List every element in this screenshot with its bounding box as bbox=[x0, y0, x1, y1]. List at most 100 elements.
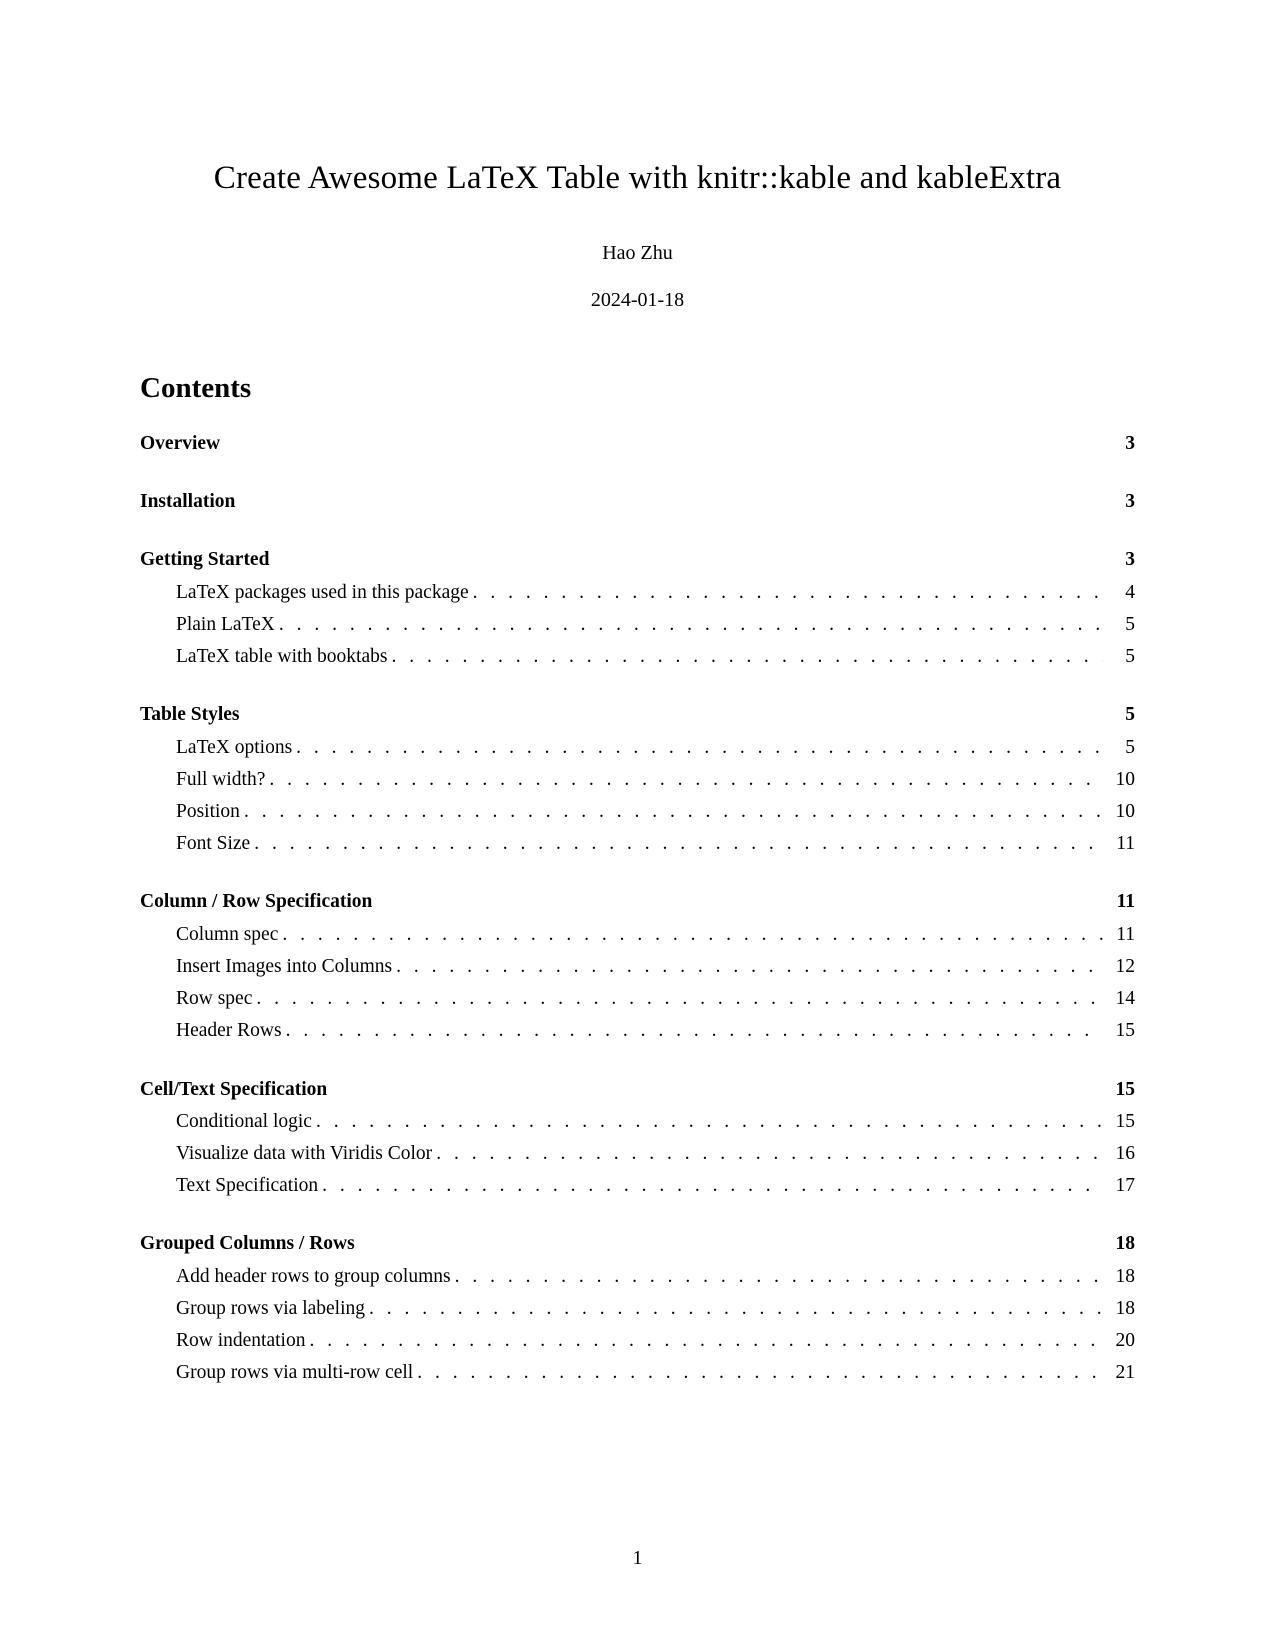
toc-sub-entry[interactable]: Insert Images into Columns . . . . . . .… bbox=[140, 952, 1135, 982]
toc-heading-entry[interactable]: Column / Row Specification . . . . . . .… bbox=[140, 887, 1135, 917]
toc-leader: . . . . . . . . . . . . . . . . . . . . … bbox=[269, 765, 1103, 795]
toc-section: Grouped Columns / Rows . . . . . . . . .… bbox=[140, 1229, 1135, 1388]
toc-leader: . . . . . . . . . . . . . . . . . . . . … bbox=[316, 1107, 1103, 1137]
page-number: 1 bbox=[0, 1547, 1275, 1570]
document-title: Create Awesome LaTeX Table with knitr::k… bbox=[140, 160, 1135, 197]
document-page: Create Awesome LaTeX Table with knitr::k… bbox=[0, 0, 1275, 1388]
toc-title: Font Size bbox=[176, 829, 250, 859]
toc-page: 15 bbox=[1107, 1107, 1135, 1137]
document-date: 2024-01-18 bbox=[140, 289, 1135, 312]
toc-sub-entry[interactable]: Text Specification . . . . . . . . . . .… bbox=[140, 1171, 1135, 1201]
toc-title: Add header rows to group columns bbox=[176, 1262, 451, 1292]
toc-title: Row indentation bbox=[176, 1326, 305, 1356]
toc-title: Conditional logic bbox=[176, 1107, 312, 1137]
toc-page: 5 bbox=[1107, 700, 1135, 730]
toc-page: 15 bbox=[1107, 1016, 1135, 1046]
toc-heading-entry[interactable]: Installation . . . . . . . . . . . . . .… bbox=[140, 487, 1135, 517]
toc-title: Insert Images into Columns bbox=[176, 952, 392, 982]
toc-sub-entry[interactable]: Full width? . . . . . . . . . . . . . . … bbox=[140, 765, 1135, 795]
toc-page: 15 bbox=[1107, 1075, 1135, 1105]
table-of-contents: Overview . . . . . . . . . . . . . . . .… bbox=[140, 429, 1135, 1388]
toc-leader: . . . . . . . . . . . . . . . . . . . . … bbox=[396, 952, 1103, 982]
toc-page: 5 bbox=[1107, 642, 1135, 672]
toc-heading-entry[interactable]: Table Styles . . . . . . . . . . . . . .… bbox=[140, 700, 1135, 730]
toc-leader: . . . . . . . . . . . . . . . . . . . . … bbox=[282, 920, 1103, 950]
toc-title: Cell/Text Specification bbox=[140, 1075, 327, 1105]
toc-page: 11 bbox=[1107, 829, 1135, 859]
toc-sub-entry[interactable]: Add header rows to group columns . . . .… bbox=[140, 1262, 1135, 1292]
toc-sub-entry[interactable]: Group rows via multi-row cell . . . . . … bbox=[140, 1358, 1135, 1388]
toc-section: Getting Started . . . . . . . . . . . . … bbox=[140, 545, 1135, 672]
toc-heading-entry[interactable]: Grouped Columns / Rows . . . . . . . . .… bbox=[140, 1229, 1135, 1259]
toc-leader: . . . . . . . . . . . . . . . . . . . . … bbox=[309, 1326, 1103, 1356]
document-author: Hao Zhu bbox=[140, 242, 1135, 265]
toc-page: 5 bbox=[1107, 610, 1135, 640]
toc-section: Table Styles . . . . . . . . . . . . . .… bbox=[140, 700, 1135, 859]
toc-leader: . . . . . . . . . . . . . . . . . . . . … bbox=[436, 1139, 1103, 1169]
toc-page: 21 bbox=[1107, 1358, 1135, 1388]
toc-title: LaTeX options bbox=[176, 733, 292, 763]
toc-page: 3 bbox=[1107, 545, 1135, 575]
toc-sub-entry[interactable]: Group rows via labeling . . . . . . . . … bbox=[140, 1294, 1135, 1324]
toc-title: Header Rows bbox=[176, 1016, 282, 1046]
toc-page: 16 bbox=[1107, 1139, 1135, 1169]
toc-leader: . . . . . . . . . . . . . . . . . . . . … bbox=[279, 610, 1103, 640]
toc-sub-entry[interactable]: Row indentation . . . . . . . . . . . . … bbox=[140, 1326, 1135, 1356]
toc-section: Overview . . . . . . . . . . . . . . . .… bbox=[140, 429, 1135, 459]
toc-leader: . . . . . . . . . . . . . . . . . . . . … bbox=[244, 797, 1103, 827]
toc-heading-entry[interactable]: Getting Started . . . . . . . . . . . . … bbox=[140, 545, 1135, 575]
toc-leader: . . . . . . . . . . . . . . . . . . . . … bbox=[369, 1294, 1103, 1324]
toc-sub-entry[interactable]: Header Rows . . . . . . . . . . . . . . … bbox=[140, 1016, 1135, 1046]
toc-sub-entry[interactable]: Plain LaTeX . . . . . . . . . . . . . . … bbox=[140, 610, 1135, 640]
toc-title: Overview bbox=[140, 429, 220, 459]
toc-page: 4 bbox=[1107, 578, 1135, 608]
toc-title: Getting Started bbox=[140, 545, 269, 575]
toc-page: 20 bbox=[1107, 1326, 1135, 1356]
toc-section: Cell/Text Specification . . . . . . . . … bbox=[140, 1075, 1135, 1202]
toc-heading-entry[interactable]: Cell/Text Specification . . . . . . . . … bbox=[140, 1075, 1135, 1105]
toc-section: Column / Row Specification . . . . . . .… bbox=[140, 887, 1135, 1046]
contents-heading: Contents bbox=[140, 372, 1135, 405]
toc-page: 17 bbox=[1107, 1171, 1135, 1201]
toc-page: 3 bbox=[1107, 429, 1135, 459]
toc-page: 10 bbox=[1107, 765, 1135, 795]
toc-sub-entry[interactable]: Conditional logic . . . . . . . . . . . … bbox=[140, 1107, 1135, 1137]
toc-leader: . . . . . . . . . . . . . . . . . . . . … bbox=[417, 1358, 1103, 1388]
toc-heading-entry[interactable]: Overview . . . . . . . . . . . . . . . .… bbox=[140, 429, 1135, 459]
toc-sub-entry[interactable]: Column spec . . . . . . . . . . . . . . … bbox=[140, 920, 1135, 950]
toc-page: 11 bbox=[1107, 887, 1135, 917]
toc-title: Column spec bbox=[176, 920, 278, 950]
toc-title: Full width? bbox=[176, 765, 265, 795]
toc-page: 10 bbox=[1107, 797, 1135, 827]
toc-leader: . . . . . . . . . . . . . . . . . . . . … bbox=[296, 733, 1103, 763]
toc-title: LaTeX packages used in this package bbox=[176, 578, 469, 608]
toc-leader: . . . . . . . . . . . . . . . . . . . . … bbox=[286, 1016, 1103, 1046]
toc-sub-entry[interactable]: LaTeX packages used in this package . . … bbox=[140, 578, 1135, 608]
toc-title: Text Specification bbox=[176, 1171, 318, 1201]
toc-title: Group rows via multi-row cell bbox=[176, 1358, 413, 1388]
toc-title: Grouped Columns / Rows bbox=[140, 1229, 355, 1259]
toc-title: Visualize data with Viridis Color bbox=[176, 1139, 432, 1169]
toc-page: 5 bbox=[1107, 733, 1135, 763]
toc-title: LaTeX table with booktabs bbox=[176, 642, 387, 672]
toc-sub-entry[interactable]: Row spec . . . . . . . . . . . . . . . .… bbox=[140, 984, 1135, 1014]
toc-title: Installation bbox=[140, 487, 235, 517]
toc-sub-entry[interactable]: Position . . . . . . . . . . . . . . . .… bbox=[140, 797, 1135, 827]
toc-page: 12 bbox=[1107, 952, 1135, 982]
toc-title: Plain LaTeX bbox=[176, 610, 275, 640]
toc-sub-entry[interactable]: LaTeX table with booktabs . . . . . . . … bbox=[140, 642, 1135, 672]
toc-leader: . . . . . . . . . . . . . . . . . . . . … bbox=[254, 829, 1103, 859]
toc-page: 18 bbox=[1107, 1294, 1135, 1324]
toc-title: Row spec bbox=[176, 984, 252, 1014]
toc-sub-entry[interactable]: Font Size . . . . . . . . . . . . . . . … bbox=[140, 829, 1135, 859]
toc-leader: . . . . . . . . . . . . . . . . . . . . … bbox=[391, 642, 1103, 672]
toc-page: 18 bbox=[1107, 1262, 1135, 1292]
toc-leader: . . . . . . . . . . . . . . . . . . . . … bbox=[473, 578, 1103, 608]
toc-page: 3 bbox=[1107, 487, 1135, 517]
toc-sub-entry[interactable]: LaTeX options . . . . . . . . . . . . . … bbox=[140, 733, 1135, 763]
toc-sub-entry[interactable]: Visualize data with Viridis Color . . . … bbox=[140, 1139, 1135, 1169]
toc-section: Installation . . . . . . . . . . . . . .… bbox=[140, 487, 1135, 517]
toc-title: Position bbox=[176, 797, 240, 827]
toc-title: Group rows via labeling bbox=[176, 1294, 365, 1324]
toc-page: 14 bbox=[1107, 984, 1135, 1014]
